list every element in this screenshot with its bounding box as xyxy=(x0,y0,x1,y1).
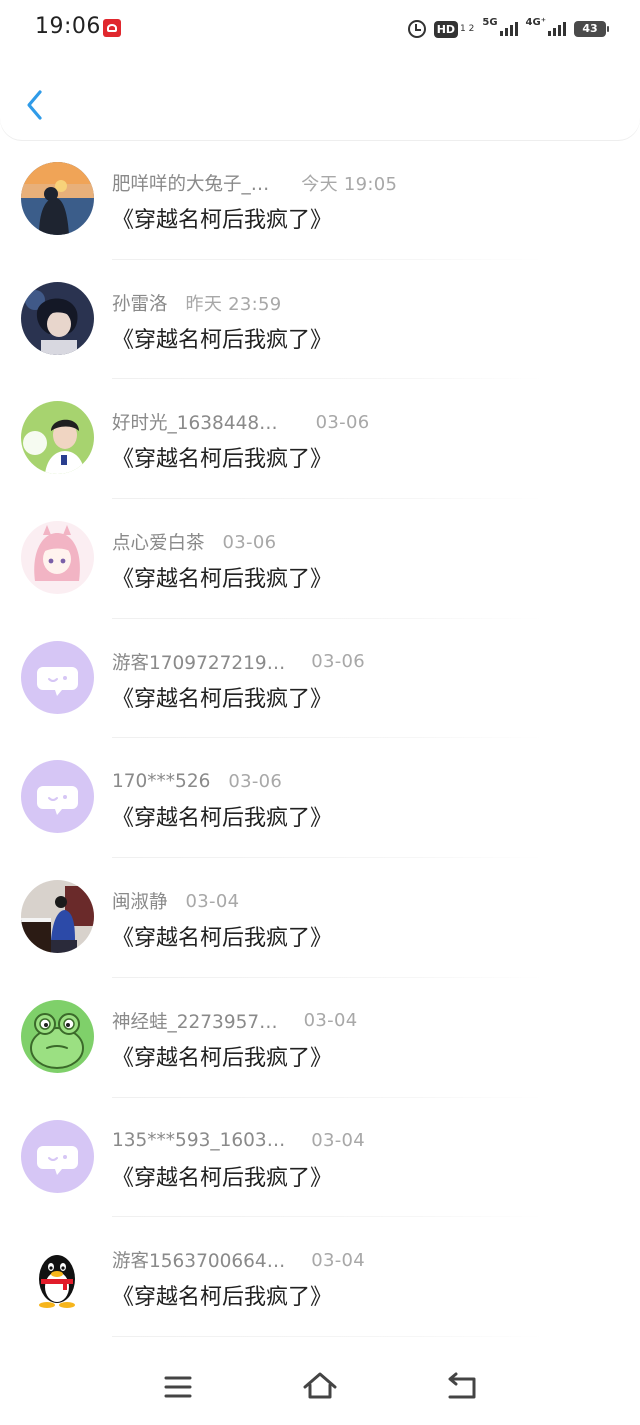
avatar[interactable] xyxy=(21,521,94,595)
default-avatar-chat-icon xyxy=(21,640,94,714)
list-item[interactable]: 170***526 03-06 《穿越名柯后我疯了》 xyxy=(0,738,640,858)
list-item[interactable]: 肥咩咩的大兔子_… 今天 19:05 《穿越名柯后我疯了》 xyxy=(0,140,640,260)
hd-badge: HD xyxy=(433,20,459,38)
message-text: 《穿越名柯后我疯了》 xyxy=(112,1285,333,1311)
list-item[interactable]: 闽淑静 03-04 《穿越名柯后我疯了》 xyxy=(0,858,640,978)
chevron-left-icon xyxy=(27,90,42,120)
home-icon xyxy=(303,1372,337,1399)
sender-name: 好时光_1638448… xyxy=(112,413,278,435)
sender-name: 闽淑静 xyxy=(112,892,168,914)
sender-name: 肥咩咩的大兔子_… xyxy=(112,174,270,195)
message-list: 肥咩咩的大兔子_… 今天 19:05 《穿越名柯后我疯了》 孙雷洛 昨天 23:… xyxy=(0,140,640,1337)
battery-icon: 43 xyxy=(574,21,609,37)
message-text: 《穿越名柯后我疯了》 xyxy=(112,447,333,473)
avatar[interactable] xyxy=(21,999,94,1073)
message-time: 03-04 xyxy=(311,1130,366,1151)
list-item[interactable]: 游客1709727219… 03-06 《穿越名柯后我疯了》 xyxy=(0,619,640,739)
default-avatar-chat-icon xyxy=(21,760,94,834)
sender-name: 神经蛙_2273957… xyxy=(112,1011,278,1033)
signal-icon xyxy=(499,22,518,36)
recents-button[interactable] xyxy=(160,1369,196,1405)
message-text: 《穿越名柯后我疯了》 xyxy=(112,686,333,712)
avatar-anime-girl xyxy=(21,521,94,595)
avatar[interactable] xyxy=(21,880,94,954)
list-item[interactable]: 135***593_1603… 03-04 《穿越名柯后我疯了》 xyxy=(0,1098,640,1218)
list-item[interactable]: 游客1563700664… 03-04 《穿越名柯后我疯了》 xyxy=(0,1217,640,1337)
avatar-anime-boy xyxy=(21,281,94,355)
default-avatar-chat-icon xyxy=(21,1119,94,1193)
message-time: 03-04 xyxy=(185,890,240,912)
avatar-photo-piano xyxy=(21,880,94,954)
list-item[interactable]: 好时光_1638448… 03-06 《穿越名柯后我疯了》 xyxy=(0,379,640,499)
message-time: 03-06 xyxy=(228,770,283,792)
message-text: 《穿越名柯后我疯了》 xyxy=(112,208,333,233)
message-text: 《穿越名柯后我疯了》 xyxy=(112,1165,333,1191)
app-notification-icon xyxy=(103,19,121,37)
home-button[interactable] xyxy=(302,1369,338,1405)
avatar-photo-boy xyxy=(21,401,94,475)
message-time: 03-06 xyxy=(222,531,277,553)
avatar[interactable] xyxy=(21,760,94,834)
message-text: 《穿越名柯后我疯了》 xyxy=(112,567,333,593)
message-time: 03-04 xyxy=(311,1249,366,1271)
signal-icon xyxy=(548,22,566,36)
avatar[interactable] xyxy=(21,281,94,355)
message-text: 《穿越名柯后我疯了》 xyxy=(112,806,333,832)
status-bar: 19:06 HD 1 2 5G 4G⁺ 43 xyxy=(0,0,640,56)
back-icon xyxy=(448,1372,476,1399)
system-nav-bar xyxy=(0,1345,640,1425)
alarm-icon xyxy=(407,20,426,38)
message-time: 03-04 xyxy=(303,1010,358,1032)
avatar[interactable] xyxy=(21,162,94,235)
sim-slot-label: 1 2 xyxy=(460,23,475,34)
network-5g-label: 5G xyxy=(482,16,498,28)
avatar[interactable] xyxy=(21,401,94,475)
list-item[interactable]: 神经蛙_2273957… 03-04 《穿越名柯后我疯了》 xyxy=(0,978,640,1098)
message-text: 《穿越名柯后我疯了》 xyxy=(112,327,333,353)
message-text: 《穿越名柯后我疯了》 xyxy=(112,1045,333,1071)
sender-name: 孙雷洛 xyxy=(112,293,168,315)
status-icons: HD 1 2 5G 4G⁺ 43 xyxy=(407,16,609,41)
message-time: 今天 19:05 xyxy=(301,174,398,195)
sender-name: 点心爱白茶 xyxy=(112,533,205,555)
list-item[interactable]: 孙雷洛 昨天 23:59 《穿越名柯后我疯了》 xyxy=(0,260,640,380)
list-item[interactable]: 点心爱白茶 03-06 《穿越名柯后我疯了》 xyxy=(0,499,640,619)
menu-icon xyxy=(164,1376,192,1398)
status-time: 19:06 xyxy=(35,14,101,39)
message-text: 《穿越名柯后我疯了》 xyxy=(112,926,333,952)
qq-penguin-icon xyxy=(21,1239,94,1313)
header: 19:06 HD 1 2 5G 4G⁺ 43 xyxy=(0,0,640,140)
avatar-photo-sunset xyxy=(21,162,94,235)
sender-name: 135***593_1603… xyxy=(112,1130,286,1151)
message-time: 昨天 23:59 xyxy=(185,293,282,315)
avatar-frog xyxy=(21,999,94,1073)
back-button[interactable] xyxy=(22,86,52,124)
message-time: 03-06 xyxy=(311,651,366,673)
avatar[interactable] xyxy=(21,1119,94,1193)
avatar[interactable] xyxy=(21,640,94,714)
sender-name: 游客1709727219… xyxy=(112,652,286,674)
back-nav-button[interactable] xyxy=(444,1369,480,1405)
message-time: 03-06 xyxy=(315,411,370,433)
network-4g-label: 4G⁺ xyxy=(525,16,546,28)
sender-name: 170***526 xyxy=(112,770,211,792)
avatar[interactable] xyxy=(21,1239,94,1313)
sender-name: 游客1563700664… xyxy=(112,1251,286,1273)
